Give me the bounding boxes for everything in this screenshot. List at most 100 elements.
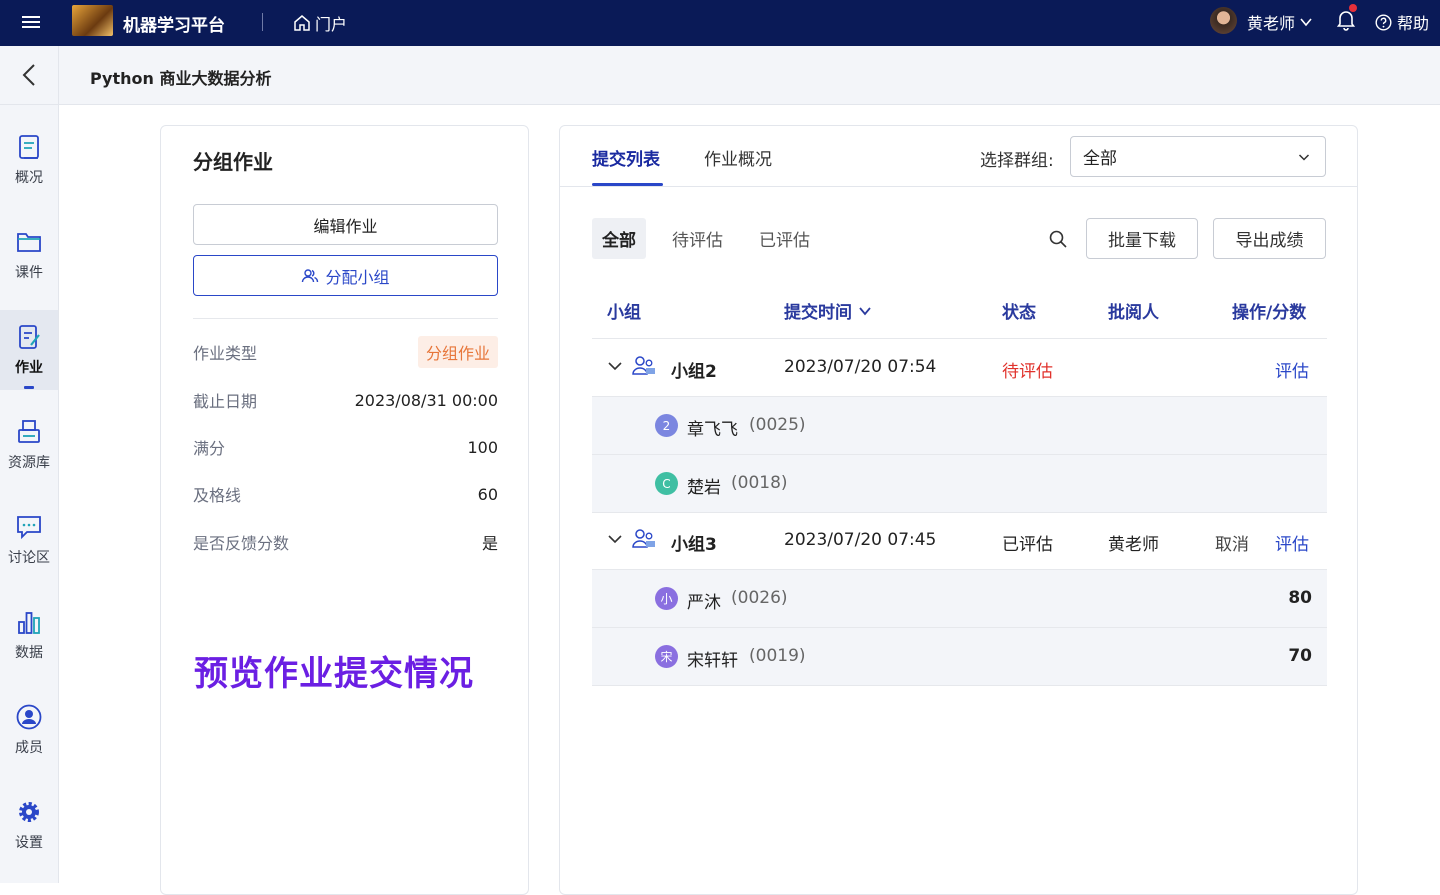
sidebar-item-members[interactable]: 成员 — [0, 690, 58, 770]
course-header: Python 商业大数据分析 — [0, 46, 1440, 105]
overview-icon — [19, 135, 39, 159]
user-name: 黄老师 — [1247, 14, 1296, 33]
info-row-type: 作业类型 分组作业 — [193, 336, 498, 368]
sidebar-item-label: 概况 — [15, 170, 43, 186]
status-filter: 全部 待评估 已评估 — [592, 218, 836, 259]
info-key: 及格线 — [193, 486, 242, 505]
sidebar-item-homework[interactable]: 作业 — [0, 310, 58, 390]
column-label: 提交时间 — [784, 303, 852, 323]
back-button[interactable] — [0, 46, 59, 104]
member-id: (0026) — [731, 588, 788, 608]
member-name: 宋轩轩 — [687, 651, 738, 671]
table-header: 小组 提交时间 状态 批阅人 操作/分数 — [592, 280, 1327, 339]
edit-assignment-button[interactable]: 编辑作业 — [193, 204, 498, 245]
member-id: (0018) — [731, 473, 788, 493]
info-value: 60 — [477, 484, 498, 504]
column-submit-time[interactable]: 提交时间 — [784, 298, 872, 323]
batch-download-button[interactable]: 批量下载 — [1086, 218, 1198, 259]
avatar: 2 — [655, 414, 678, 437]
active-tab-indicator — [592, 183, 663, 186]
menu-icon[interactable] — [22, 13, 40, 33]
chevron-down-icon — [1298, 153, 1310, 161]
member-id: (0025) — [749, 415, 806, 435]
help-icon — [1375, 13, 1392, 31]
info-key: 作业类型 — [193, 344, 258, 363]
tab-assignment-overview[interactable]: 作业概况 — [704, 145, 772, 170]
avatar: C — [655, 472, 678, 495]
portal-label: 门户 — [315, 15, 348, 34]
app-logo — [72, 5, 113, 36]
sidebar-item-data[interactable]: 数据 — [0, 595, 58, 675]
app-name: 机器学习平台 — [123, 16, 225, 36]
printer-icon — [18, 420, 40, 443]
filter-all[interactable]: 全部 — [592, 218, 646, 259]
sidebar-item-resources[interactable]: 资源库 — [0, 405, 58, 485]
evaluate-link[interactable]: 评估 — [1275, 357, 1309, 382]
help-link[interactable]: 帮助 — [1375, 10, 1429, 34]
homework-icon — [19, 325, 40, 349]
sidebar-item-label: 作业 — [15, 360, 43, 376]
group-icon — [632, 529, 655, 548]
member-name: 严沐 — [687, 593, 721, 613]
info-value: 是 — [481, 534, 498, 553]
bar-chart-icon — [18, 612, 40, 634]
group-name: 小组3 — [671, 535, 717, 555]
info-value: 100 — [467, 437, 498, 457]
tab-submission-list[interactable]: 提交列表 — [592, 145, 660, 170]
help-label: 帮助 — [1397, 14, 1430, 33]
top-bar: 机器学习平台 门户 黄老师 帮助 — [0, 0, 1440, 46]
member-score: 80 — [1288, 588, 1312, 608]
avatar: 小 — [655, 587, 678, 610]
sidebar-item-label: 讨论区 — [8, 550, 50, 566]
sidebar-item-label: 成员 — [15, 740, 43, 756]
sidebar: 概况 课件 作业 资源库 讨论区 数据 成员 设置 — [0, 105, 59, 883]
group-select-value: 全部 — [1083, 149, 1117, 169]
table-row-group: 小组3 2023/07/20 07:45 已评估 黄老师 取消 评估 — [592, 512, 1327, 570]
column-status: 状态 — [1002, 303, 1036, 323]
chat-icon — [17, 516, 41, 540]
chevron-down-icon[interactable] — [608, 359, 622, 373]
chevron-down-icon — [1300, 18, 1312, 27]
submit-time: 2023/07/20 07:54 — [784, 357, 937, 377]
tab-bar: 提交列表 作业概况 选择群组: 全部 — [560, 126, 1357, 187]
table-row-member: C 楚岩 (0018) — [592, 455, 1327, 513]
search-icon[interactable] — [1048, 229, 1068, 249]
info-row-pass-line: 及格线 60 — [193, 479, 498, 509]
submissions-card: 提交列表 作业概况 选择群组: 全部 全部 待评估 已评估 批量下载 导出成绩 … — [559, 125, 1358, 895]
group-icon — [632, 356, 655, 375]
user-icon — [16, 704, 42, 730]
sidebar-item-overview[interactable]: 概况 — [0, 120, 58, 200]
chevron-down-icon[interactable] — [608, 532, 622, 546]
assign-group-label: 分配小组 — [325, 267, 390, 287]
avatar[interactable] — [1210, 7, 1237, 34]
filter-reviewed[interactable]: 已评估 — [749, 218, 820, 259]
user-menu[interactable]: 黄老师 — [1247, 10, 1313, 34]
group-name: 小组2 — [671, 362, 717, 382]
assignment-card: 分组作业 编辑作业 分配小组 作业类型 分组作业 截止日期 2023/08/31… — [160, 125, 529, 895]
sidebar-item-discussion[interactable]: 讨论区 — [0, 500, 58, 580]
info-row-full-score: 满分 100 — [193, 432, 498, 462]
course-title: Python 商业大数据分析 — [90, 69, 272, 88]
status-badge: 已评估 — [1002, 535, 1053, 555]
divider — [193, 318, 498, 319]
table-row-member: 2 章飞飞 (0025) — [592, 397, 1327, 455]
filter-pending[interactable]: 待评估 — [662, 218, 733, 259]
evaluate-link[interactable]: 评估 — [1275, 530, 1309, 555]
info-value: 2023/08/31 00:00 — [354, 390, 498, 410]
bell-icon[interactable] — [1336, 9, 1356, 31]
notification-dot — [1349, 4, 1357, 12]
table-row-member: 宋 宋轩轩 (0019) 70 — [592, 628, 1327, 686]
portal-link[interactable]: 门户 — [293, 11, 347, 35]
export-scores-button[interactable]: 导出成绩 — [1213, 218, 1326, 259]
sidebar-item-courseware[interactable]: 课件 — [0, 215, 58, 295]
group-select-label: 选择群组: — [980, 151, 1054, 171]
group-select[interactable]: 全部 — [1070, 136, 1326, 177]
assignment-title: 分组作业 — [193, 150, 273, 174]
sort-chevron-icon — [859, 306, 871, 315]
sidebar-item-settings[interactable]: 设置 — [0, 785, 58, 865]
member-name: 楚岩 — [687, 478, 721, 498]
sidebar-item-label: 数据 — [15, 645, 43, 661]
cancel-link[interactable]: 取消 — [1215, 530, 1249, 555]
assign-group-button[interactable]: 分配小组 — [193, 255, 498, 296]
home-icon — [294, 15, 310, 31]
